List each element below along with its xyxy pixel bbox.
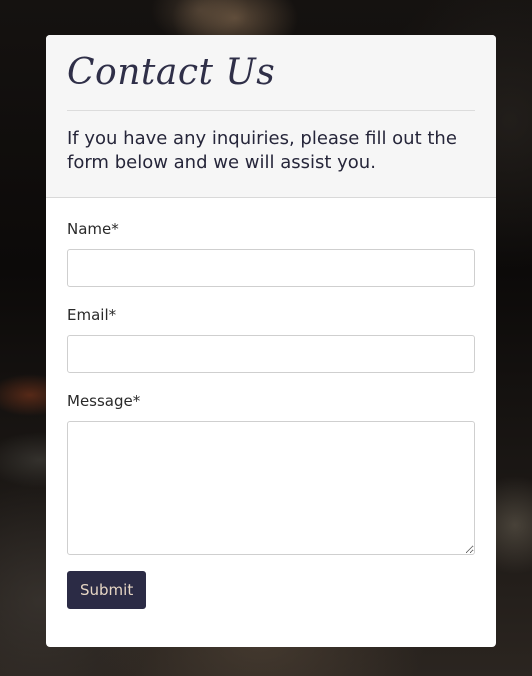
name-label: Name* (67, 220, 119, 238)
contact-card-header: Contact Us If you have any inquiries, pl… (46, 35, 496, 198)
submit-button[interactable]: Submit (67, 571, 147, 609)
name-field-group: Name* (67, 220, 475, 287)
name-input[interactable] (67, 249, 475, 287)
contact-card: Contact Us If you have any inquiries, pl… (46, 35, 496, 647)
message-textarea[interactable] (67, 421, 475, 555)
contact-form: Name* Email* Message* Submit (46, 198, 496, 629)
page-title: Contact Us (67, 52, 276, 93)
message-field-group: Message* (67, 392, 475, 555)
message-label: Message* (67, 392, 141, 410)
email-field-group: Email* (67, 306, 475, 373)
page-subtitle: If you have any inquiries, please fill o… (67, 127, 457, 173)
header-divider (67, 109, 475, 111)
email-label: Email* (67, 306, 117, 324)
email-input[interactable] (67, 335, 475, 373)
